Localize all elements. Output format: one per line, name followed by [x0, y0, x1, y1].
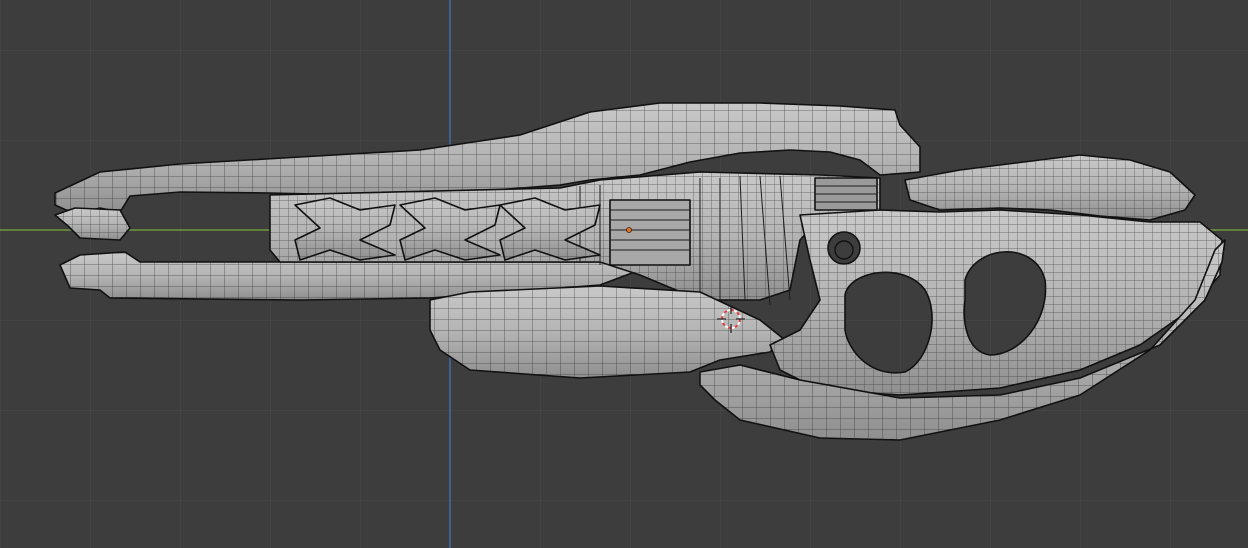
viewport-canvas[interactable] [0, 0, 1248, 548]
object-origin[interactable] [626, 227, 632, 233]
3d-viewport[interactable] [0, 0, 1248, 548]
